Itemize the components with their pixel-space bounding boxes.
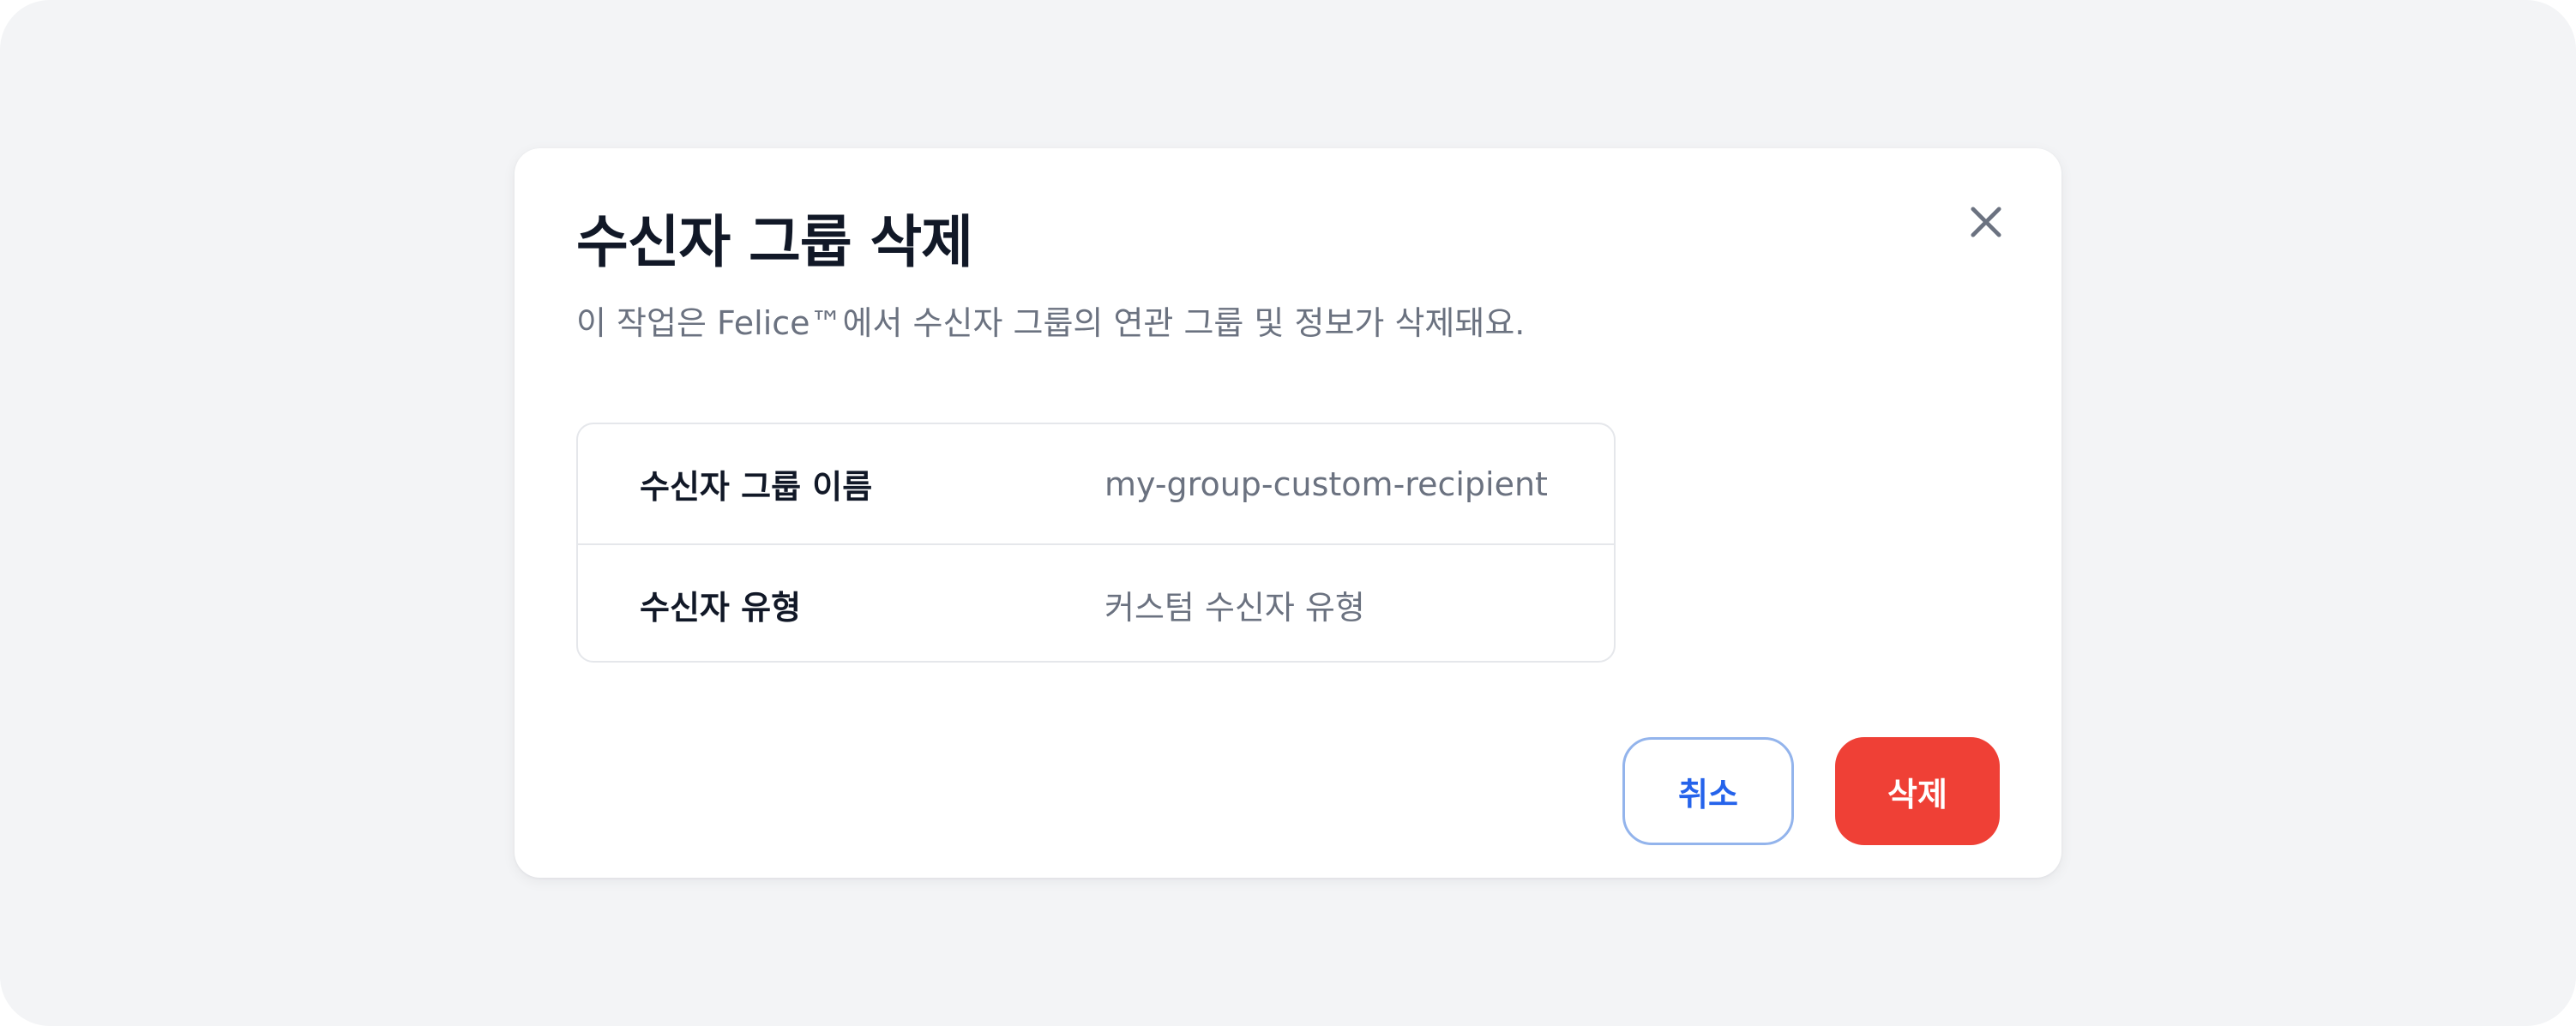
info-card: 수신자 그룹 이름 my-group-custom-recipient 수신자 … — [576, 423, 1616, 663]
dialog-description: 이 작업은 Felice™에서 수신자 그룹의 연관 그룹 및 정보가 삭제돼요… — [576, 304, 1526, 342]
info-value-group-name: my-group-custom-recipient — [1104, 465, 1548, 503]
info-label-group-name: 수신자 그룹 이름 — [640, 468, 873, 506]
info-value-recipient-type: 커스텀 수신자 유형 — [1104, 589, 1365, 627]
info-row-recipient-type: 수신자 유형 커스텀 수신자 유형 — [578, 543, 1614, 661]
dialog-title: 수신자 그룹 삭제 — [576, 209, 973, 275]
info-row-group-name: 수신자 그룹 이름 my-group-custom-recipient — [578, 424, 1614, 543]
close-icon — [1971, 207, 2001, 237]
delete-recipient-group-dialog: 수신자 그룹 삭제 이 작업은 Felice™에서 수신자 그룹의 연관 그룹 … — [515, 148, 2061, 878]
info-label-recipient-type: 수신자 유형 — [640, 589, 802, 627]
close-button[interactable] — [1957, 193, 2015, 251]
cancel-button[interactable]: 취소 — [1622, 737, 1794, 845]
delete-button[interactable]: 삭제 — [1835, 737, 2000, 845]
